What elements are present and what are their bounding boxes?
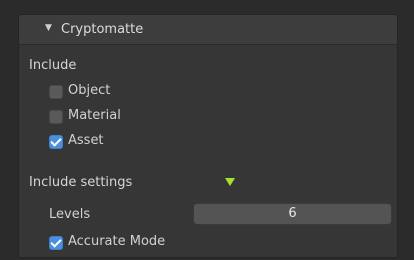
- asset-checkbox[interactable]: [49, 135, 63, 149]
- accurate-mode-label: Accurate Mode: [68, 234, 166, 249]
- object-checkbox[interactable]: [49, 85, 63, 99]
- levels-value: 6: [288, 206, 297, 221]
- object-label: Object: [68, 83, 111, 98]
- accurate-mode-checkbox[interactable]: [49, 236, 63, 250]
- include-label: Include: [29, 58, 77, 73]
- green-triangle-down-icon: [225, 178, 235, 186]
- levels-label: Levels: [49, 207, 91, 222]
- levels-field[interactable]: 6: [193, 203, 392, 225]
- asset-label: Asset: [68, 133, 104, 148]
- include-settings-label: Include settings: [29, 175, 133, 190]
- panel-header[interactable]: ▼ Cryptomatte: [19, 15, 397, 45]
- triangle-down-icon[interactable]: ▼: [45, 23, 52, 33]
- panel-title: Cryptomatte: [61, 22, 144, 37]
- cryptomatte-panel: ▼ Cryptomatte Include Object Material As…: [18, 14, 398, 258]
- material-label: Material: [68, 108, 121, 123]
- material-checkbox[interactable]: [49, 110, 63, 124]
